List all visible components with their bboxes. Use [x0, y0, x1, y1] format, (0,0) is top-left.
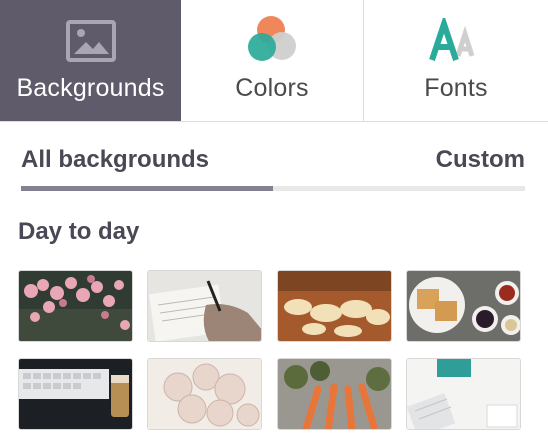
thumbnail-pasta-on-wood[interactable] — [277, 270, 392, 342]
thumbnail-garlic-bulbs[interactable] — [147, 358, 262, 430]
tab-backgrounds[interactable]: Backgrounds — [0, 0, 181, 121]
tab-label: Colors — [235, 74, 309, 102]
thumbnail-desk-keyboard-notebook[interactable] — [406, 358, 521, 430]
thumbnail-pink-orchids[interactable] — [18, 270, 133, 342]
thumbnail-hand-writing-notes[interactable] — [147, 270, 262, 342]
color-circles-icon — [244, 14, 300, 68]
thumbnail-keyboard-and-drink[interactable] — [18, 358, 133, 430]
customize-tabbar: Backgrounds Colors Fonts — [0, 0, 548, 122]
subtab-custom[interactable]: Custom — [436, 146, 525, 174]
image-icon — [65, 14, 116, 68]
tab-label: Fonts — [424, 74, 488, 102]
subtab-indicator — [21, 186, 273, 191]
subtab-indicator-track — [21, 186, 525, 191]
tab-colors[interactable]: Colors — [181, 0, 364, 121]
tab-fonts[interactable]: Fonts — [364, 0, 548, 121]
font-icon — [428, 14, 484, 68]
background-subtabs: All backgrounds Custom — [21, 140, 525, 196]
section-title: Day to day — [18, 218, 140, 245]
tab-label: Backgrounds — [16, 74, 165, 102]
thumbnail-waffles-and-berries[interactable] — [406, 270, 521, 342]
background-thumbnail-grid — [18, 270, 524, 440]
thumbnail-carrots-and-artichokes[interactable] — [277, 358, 392, 430]
subtab-all-backgrounds[interactable]: All backgrounds — [21, 146, 209, 174]
